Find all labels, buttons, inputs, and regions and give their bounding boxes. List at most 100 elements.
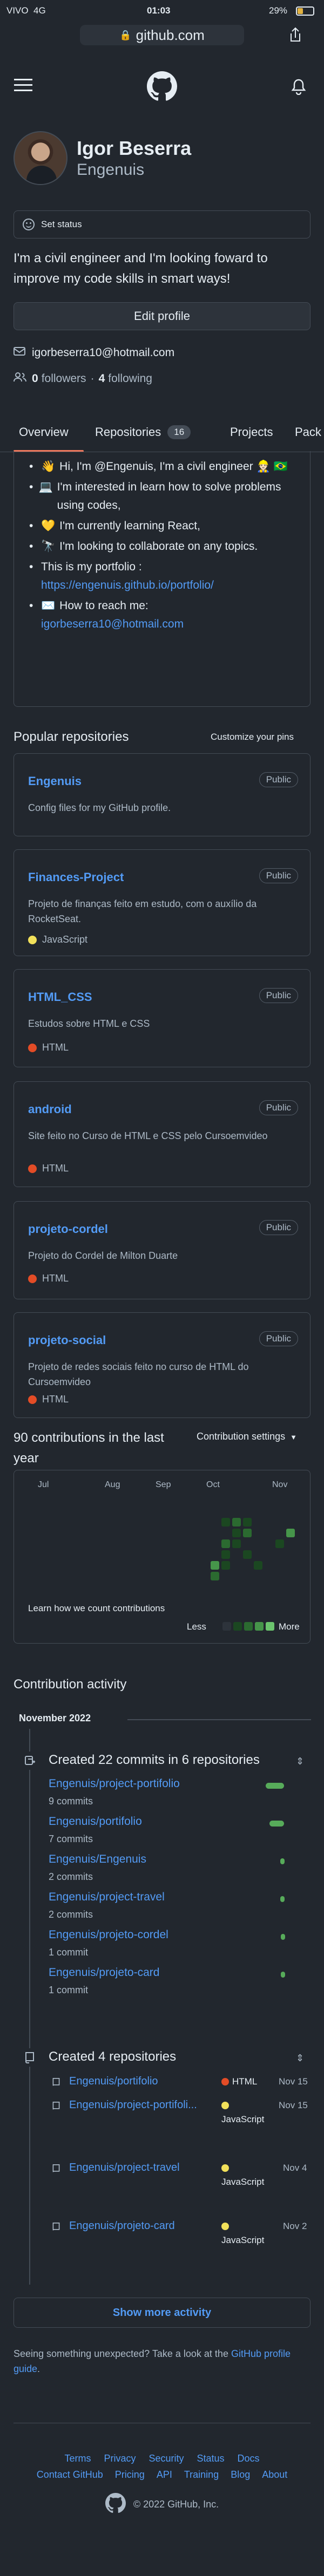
contribution-cell[interactable] [232, 1539, 241, 1548]
readme-item: • This is my portfolio : https://engenuis.… [29, 561, 214, 591]
hamburger-menu-icon[interactable] [14, 78, 32, 93]
repos-summary[interactable]: Created 4 repositories [49, 2049, 176, 2064]
created-repo-link[interactable]: Engenuis/portifolio [69, 2075, 158, 2088]
month-divider [127, 1719, 311, 1720]
repo-card[interactable]: HTML_CSS Public Estudos sobre HTML e CSS… [14, 969, 310, 1067]
contribution-cell[interactable] [221, 1539, 230, 1548]
commit-count[interactable]: 2 commits [49, 1871, 93, 1883]
created-date: Nov 2 [283, 2221, 307, 2231]
month-label: Oct [206, 1480, 220, 1489]
tab-projects[interactable]: Projects [230, 425, 273, 439]
url-field[interactable]: 🔒 github.com [80, 25, 244, 45]
following-label[interactable]: following [108, 372, 152, 385]
followers-count[interactable]: 0 [32, 372, 38, 385]
created-date: Nov 15 [279, 2100, 308, 2110]
commit-count[interactable]: 2 commits [49, 1909, 93, 1920]
clock: 01:03 [147, 5, 171, 16]
repo-name[interactable]: projeto-social [28, 1333, 106, 1347]
tab-overview[interactable]: Overview [19, 425, 69, 439]
profile-email[interactable]: igorbeserra10@hotmail.com [32, 346, 174, 359]
footer-link[interactable]: Pricing [115, 2469, 145, 2480]
created-repo-link[interactable]: Engenuis/project-portifoli... [69, 2099, 197, 2111]
contribution-cell[interactable] [221, 1518, 230, 1526]
commit-count[interactable]: 7 commits [49, 1834, 93, 1845]
footer-link[interactable]: Terms [64, 2453, 91, 2464]
commit-repo-link[interactable]: Engenuis/projeto-card [49, 1966, 159, 1979]
commit-repo-link[interactable]: Engenuis/portifolio [49, 1815, 142, 1828]
repo-name[interactable]: Engenuis [28, 774, 82, 788]
contribution-cell[interactable] [232, 1529, 241, 1537]
set-status-button[interactable]: Set status [14, 210, 310, 238]
language-color-dot [28, 1395, 37, 1404]
created-repo-link[interactable]: Engenuis/project-travel [69, 2162, 180, 2174]
created-repo-row: Engenuis/projeto-card JavaScript Nov 2 [52, 2220, 311, 2274]
readme-item: • 🔭 I'm looking to collaborate on any topi… [29, 537, 288, 556]
customize-pins-link[interactable]: Customize your pins [211, 732, 294, 742]
learn-contributions-link[interactable]: Learn how we count contributions [28, 1603, 165, 1614]
footer-link[interactable]: API [157, 2469, 172, 2480]
repo-name[interactable]: android [28, 1102, 72, 1116]
avatar[interactable] [14, 131, 68, 185]
repo-card[interactable]: Engenuis Public Config files for my GitH… [14, 753, 310, 836]
tab-packages[interactable]: Pack [295, 425, 321, 439]
repo-card[interactable]: Finances-Project Public Projeto de finan… [14, 849, 310, 956]
following-count[interactable]: 4 [99, 372, 105, 385]
repo-card[interactable]: projeto-social Public Projeto de redes s… [14, 1312, 310, 1418]
language-color-dot [28, 1274, 37, 1283]
footer-link[interactable]: About [262, 2469, 287, 2480]
contribution-cell[interactable] [275, 1539, 284, 1548]
github-mark-icon[interactable] [105, 2493, 126, 2516]
set-status-label: Set status [41, 219, 82, 229]
contribution-cell[interactable] [243, 1529, 252, 1537]
commit-repo-link[interactable]: Engenuis/project-portifolio [49, 1777, 180, 1790]
commit-count[interactable]: 9 commits [49, 1796, 93, 1807]
tab-repositories[interactable]: Repositories 16 [95, 425, 191, 439]
contribution-settings-button[interactable]: Contribution settings ▼ [197, 1431, 297, 1442]
portfolio-link[interactable]: https://engenuis.github.io/portfolio/ [41, 579, 214, 591]
contribution-cell[interactable] [211, 1561, 219, 1570]
repo-name[interactable]: Finances-Project [28, 870, 124, 884]
footer-link[interactable]: Training [184, 2469, 219, 2480]
repo-name[interactable]: projeto-cordel [28, 1222, 108, 1236]
contribution-cell[interactable] [243, 1550, 252, 1559]
commits-summary[interactable]: Created 22 commits in 6 repositories [49, 1753, 260, 1768]
footer-link[interactable]: Security [148, 2453, 184, 2464]
footer-link[interactable]: Contact GitHub [37, 2469, 103, 2480]
lock-icon: 🔒 [119, 29, 132, 40]
github-logo-icon[interactable] [147, 71, 177, 101]
notifications-bell-icon[interactable] [291, 78, 307, 96]
repo-card[interactable]: android Public Site feito no Curso de HT… [14, 1081, 310, 1187]
readme-email-link[interactable]: igorbeserra10@hotmail.com [41, 618, 184, 630]
followers-label[interactable]: followers [42, 372, 86, 385]
repo-name[interactable]: HTML_CSS [28, 990, 92, 1004]
show-more-activity-button[interactable]: Show more activity [14, 2298, 310, 2328]
separator: · [90, 372, 94, 385]
commit-count[interactable]: 1 commit [49, 1985, 88, 1996]
footer-link[interactable]: Docs [238, 2453, 260, 2464]
readme-text: I'm looking to collaborate on any topics… [59, 540, 258, 553]
commit-repo-link[interactable]: Engenuis/projeto-cordel [49, 1928, 168, 1941]
contribution-cell[interactable] [243, 1518, 252, 1526]
language-label: HTML [232, 2076, 258, 2087]
contribution-cell[interactable] [211, 1572, 219, 1580]
footer-link[interactable]: Status [197, 2453, 225, 2464]
edit-profile-button[interactable]: Edit profile [14, 302, 310, 330]
commit-repo-link[interactable]: Engenuis/Engenuis [49, 1853, 146, 1866]
contribution-cell[interactable] [286, 1529, 295, 1537]
fold-icon[interactable]: ⇕ [296, 1756, 304, 1767]
repo-icon [52, 2164, 60, 2176]
created-repo-link[interactable]: Engenuis/projeto-card [69, 2220, 175, 2232]
contribution-cell[interactable] [221, 1550, 230, 1559]
footer-link[interactable]: Blog [231, 2469, 250, 2480]
repo-card[interactable]: projeto-cordel Public Projeto do Cordel … [14, 1201, 310, 1299]
fold-icon[interactable]: ⇕ [296, 2053, 304, 2064]
month-label: Jul [38, 1480, 49, 1489]
footer-link[interactable]: Privacy [104, 2453, 136, 2464]
language-color-dot [221, 2078, 229, 2086]
share-icon[interactable] [286, 26, 305, 44]
contribution-cell[interactable] [232, 1518, 241, 1526]
contribution-cell[interactable] [254, 1561, 262, 1570]
commit-repo-link[interactable]: Engenuis/project-travel [49, 1891, 165, 1904]
contribution-cell[interactable] [221, 1561, 230, 1570]
commit-count[interactable]: 1 commit [49, 1947, 88, 1958]
